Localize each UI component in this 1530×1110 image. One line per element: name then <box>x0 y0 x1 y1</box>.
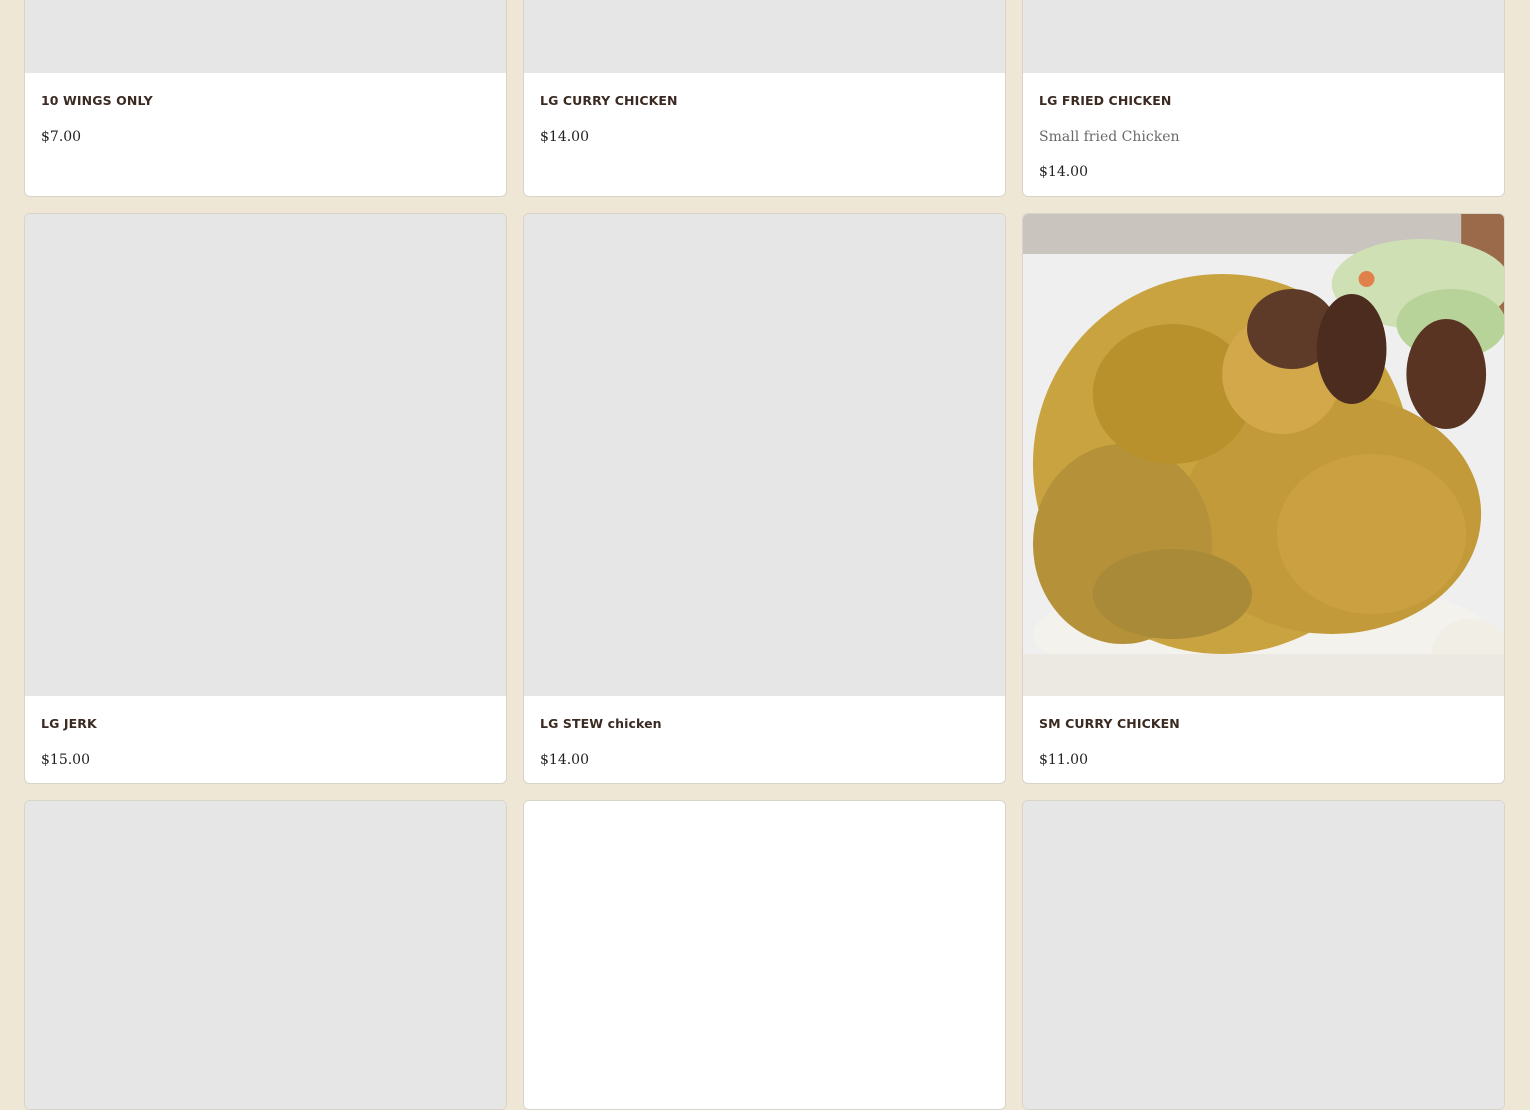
menu-item-image-placeholder <box>1023 801 1504 1109</box>
menu-item-price: $14.00 <box>1039 164 1088 180</box>
menu-item-price: $11.00 <box>1039 752 1088 768</box>
menu-item-image-placeholder <box>25 0 506 73</box>
menu-item-card[interactable]: SM CURRY CHICKEN $11.00 <box>1022 213 1505 784</box>
menu-item-name: LG FRIED CHICKEN <box>1039 93 1172 108</box>
menu-item-name: 10 WINGS ONLY <box>41 93 153 108</box>
menu-item-card[interactable]: LG JERK $15.00 <box>24 213 507 784</box>
menu-item-name: LG JERK <box>41 716 97 731</box>
menu-item-price: $15.00 <box>41 752 90 768</box>
menu-item-price: $14.00 <box>540 752 589 768</box>
menu-item-image-placeholder <box>524 801 1005 1109</box>
menu-item-image-placeholder <box>25 214 506 696</box>
menu-item-card[interactable]: LG STEW chicken $14.00 <box>523 213 1006 784</box>
menu-item-card[interactable]: 10 WINGS ONLY $7.00 <box>24 0 507 197</box>
curry-chicken-photo <box>1023 214 1504 696</box>
menu-item-name: LG CURRY CHICKEN <box>540 93 678 108</box>
menu-item-image-placeholder <box>1023 0 1504 73</box>
menu-item-card[interactable] <box>24 800 507 1110</box>
menu-item-image-placeholder <box>25 801 506 1109</box>
menu-item-photo <box>1023 214 1504 696</box>
menu-item-card[interactable] <box>523 800 1006 1110</box>
menu-item-description: Small fried Chicken <box>1039 129 1180 145</box>
menu-item-card[interactable] <box>1022 800 1505 1110</box>
menu-grid: 10 WINGS ONLY $7.00 LG CURRY CHICKEN $14… <box>24 0 1506 1110</box>
menu-item-image-placeholder <box>524 214 1005 696</box>
menu-item-name: SM CURRY CHICKEN <box>1039 716 1180 731</box>
menu-item-card[interactable]: LG CURRY CHICKEN $14.00 <box>523 0 1006 197</box>
menu-item-image-placeholder <box>524 0 1005 73</box>
menu-item-price: $14.00 <box>540 129 589 145</box>
menu-item-price: $7.00 <box>41 129 82 145</box>
menu-item-name: LG STEW chicken <box>540 716 662 731</box>
menu-item-card[interactable]: LG FRIED CHICKEN Small fried Chicken $14… <box>1022 0 1505 197</box>
